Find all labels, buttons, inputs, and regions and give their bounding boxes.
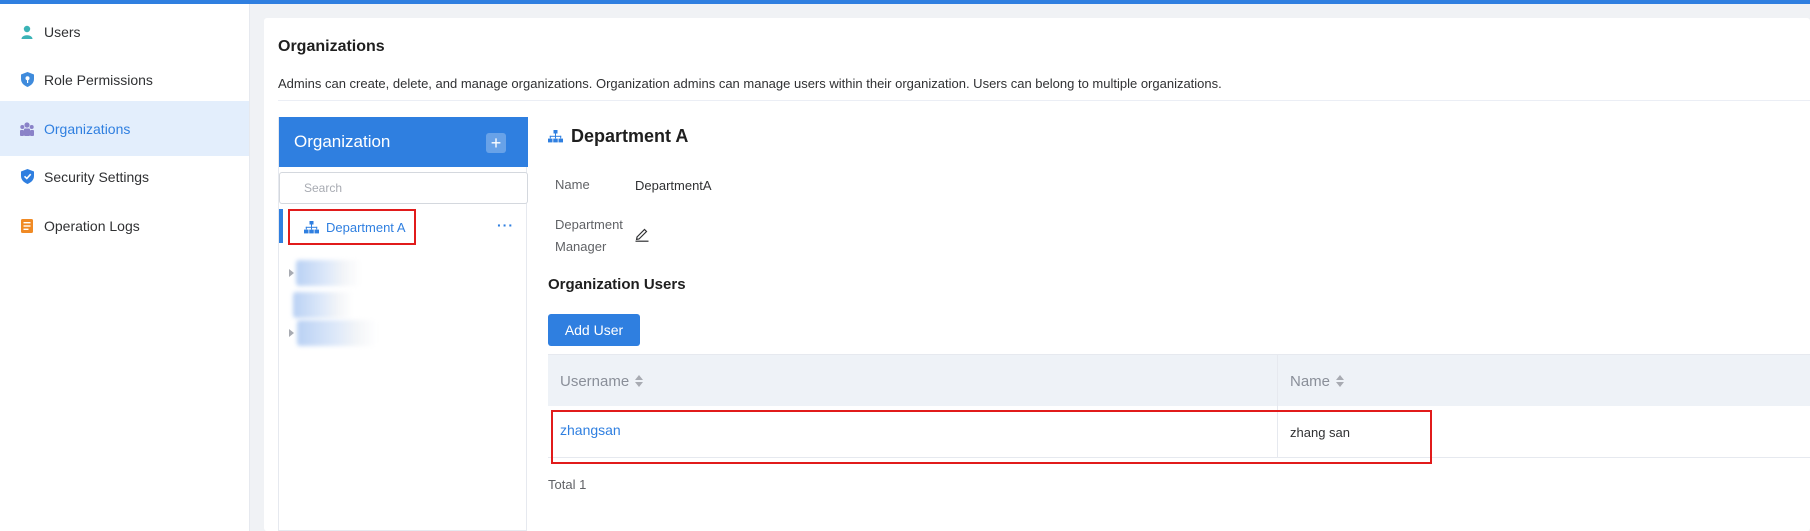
shield-icon <box>20 169 34 185</box>
add-organization-button[interactable]: + <box>486 133 506 153</box>
expand-caret-icon[interactable] <box>289 269 294 277</box>
column-header-name[interactable]: Name <box>1278 355 1345 407</box>
more-options-icon[interactable]: ··· <box>497 217 514 233</box>
sidebar-item-security-settings[interactable]: Security Settings <box>0 149 249 204</box>
organization-users-title: Organization Users <box>548 276 686 293</box>
department-manager-label-line1: Department <box>555 217 623 232</box>
table-header: Username Name <box>548 354 1810 406</box>
expand-caret-icon[interactable] <box>289 329 294 337</box>
org-chart-icon <box>304 220 319 234</box>
organization-icon <box>20 121 34 137</box>
edit-icon[interactable] <box>634 226 650 242</box>
department-manager-label-line2: Manager <box>555 239 607 254</box>
page-title: Organizations <box>278 38 385 55</box>
row-highlight-box <box>551 410 1432 464</box>
sidebar-item-label: Users <box>44 23 81 40</box>
role-key-icon <box>20 72 34 88</box>
add-user-button[interactable]: Add User <box>548 314 640 346</box>
column-header-label: Username <box>560 372 630 390</box>
name-label: Name <box>555 177 590 192</box>
sidebar-item-label: Organizations <box>44 120 131 137</box>
sidebar: Users Role Permissions Organizations Sec… <box>0 4 250 531</box>
sidebar-item-role-permissions[interactable]: Role Permissions <box>0 52 249 107</box>
org-chart-icon <box>548 130 563 143</box>
department-title: Department A <box>548 126 688 147</box>
tree-node-label: Department A <box>326 219 406 235</box>
selected-node-highlight[interactable]: Department A <box>288 209 416 245</box>
log-icon <box>20 218 34 234</box>
total-count: Total 1 <box>548 477 587 492</box>
user-icon <box>20 24 34 40</box>
sidebar-item-users[interactable]: Users <box>0 4 249 59</box>
organization-search-input[interactable] <box>279 172 528 204</box>
redacted-tree-node <box>293 292 353 318</box>
sidebar-item-operation-logs[interactable]: Operation Logs <box>0 198 249 253</box>
organization-tree-header: Organization + <box>279 117 528 167</box>
sidebar-item-label: Operation Logs <box>44 217 140 234</box>
organization-tree-panel: Organization + Department A ··· <box>278 117 528 531</box>
sort-icon[interactable] <box>635 375 644 387</box>
tree-node-department-a[interactable]: Department A ··· <box>279 209 528 245</box>
divider <box>278 100 1810 101</box>
column-header-label: Name <box>1290 372 1331 390</box>
page-description: Admins can create, delete, and manage or… <box>278 76 1222 91</box>
sidebar-item-label: Role Permissions <box>44 71 153 88</box>
organization-tree-title: Organization <box>294 132 391 151</box>
top-accent-bar <box>0 0 1810 4</box>
column-header-username[interactable]: Username <box>548 355 644 407</box>
name-value: DepartmentA <box>635 178 712 193</box>
sidebar-item-organizations[interactable]: Organizations <box>0 101 249 156</box>
department-title-text: Department A <box>571 126 689 146</box>
sort-icon[interactable] <box>1336 375 1345 387</box>
redacted-tree-node <box>297 320 377 346</box>
redacted-tree-node <box>296 260 360 286</box>
sidebar-item-label: Security Settings <box>44 168 150 185</box>
